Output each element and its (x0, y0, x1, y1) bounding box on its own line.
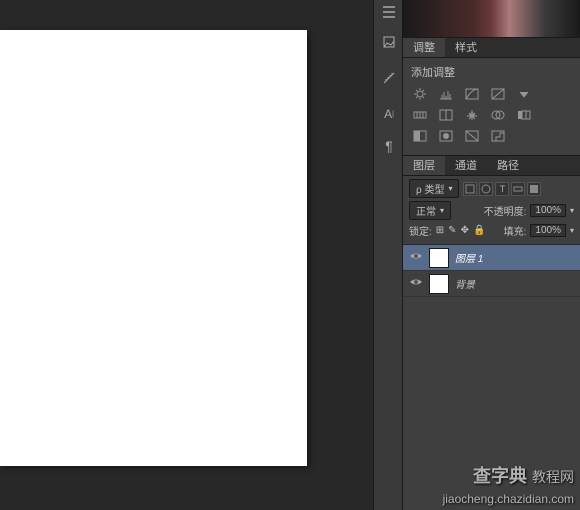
tab-styles[interactable]: 样式 (445, 38, 487, 57)
bw-icon[interactable] (489, 107, 507, 123)
tab-adjustments[interactable]: 调整 (403, 38, 445, 57)
menu-icon[interactable] (374, 0, 404, 24)
blend-mode-dropdown[interactable]: 正常 (409, 201, 451, 220)
filter-adjust-icon[interactable] (479, 182, 493, 196)
layer-item[interactable]: 图层 1 (403, 245, 580, 271)
hand-tool-icon[interactable] (374, 30, 404, 54)
paragraph-tool-icon[interactable]: ¶ (374, 134, 404, 158)
visibility-eye-icon[interactable] (409, 277, 423, 291)
vertical-toolbar: A| ¶ (373, 0, 403, 510)
tab-layers[interactable]: 图层 (403, 156, 445, 175)
adjustments-title: 添加调整 (411, 64, 572, 80)
ruler-tool-icon[interactable] (374, 66, 404, 90)
exposure-icon[interactable] (489, 86, 507, 102)
layer-item[interactable]: 背景 (403, 271, 580, 297)
tab-channels[interactable]: 通道 (445, 156, 487, 175)
lock-paint-icon[interactable]: ✎ (448, 225, 456, 236)
lock-all-icon[interactable]: 🔒 (473, 225, 485, 236)
layer-list: 图层 1 背景 (403, 245, 580, 510)
layer-name: 图层 1 (455, 250, 483, 265)
layer-thumbnail[interactable] (429, 274, 449, 294)
filter-pixel-icon[interactable] (463, 182, 477, 196)
opacity-label: 不透明度: (484, 203, 527, 218)
invert-icon[interactable] (411, 128, 429, 144)
hue-icon[interactable] (437, 107, 455, 123)
opacity-value[interactable]: 100% (530, 204, 566, 217)
lock-pos-icon[interactable]: ✥ (461, 225, 469, 236)
layers-controls: ρ 类型 T 正常 不透明度: 100% ▾ 锁定: ⊞ ✎ ✥ (403, 176, 580, 245)
type-tool-icon[interactable]: A| (374, 102, 404, 126)
gradient-map-icon[interactable] (489, 128, 507, 144)
right-panels: 调整 样式 添加调整 图层 通道 路径 (403, 0, 580, 510)
layers-panel: 图层 通道 路径 ρ 类型 T 正常 不透明度: 100% ▾ (403, 156, 580, 510)
color-balance-icon[interactable] (463, 107, 481, 123)
lock-label: 锁定: (409, 223, 432, 238)
adjustments-panel: 添加调整 (403, 58, 580, 156)
lock-trans-icon[interactable]: ⊞ (436, 225, 444, 236)
curves-icon[interactable] (463, 86, 481, 102)
brightness-icon[interactable] (411, 86, 429, 102)
layer-kind-dropdown[interactable]: ρ 类型 (409, 179, 459, 198)
photo-filter-icon[interactable] (515, 107, 533, 123)
posterize-icon[interactable] (437, 128, 455, 144)
filter-shape-icon[interactable] (511, 182, 525, 196)
tab-paths[interactable]: 路径 (487, 156, 529, 175)
threshold-icon[interactable] (463, 128, 481, 144)
layer-name: 背景 (455, 276, 475, 291)
fill-label: 填充: (504, 223, 527, 238)
document-canvas[interactable] (0, 30, 307, 466)
color-swatch-preview[interactable] (403, 0, 580, 38)
canvas-viewport (0, 0, 373, 510)
fill-value[interactable]: 100% (530, 224, 566, 237)
filter-type-icon[interactable]: T (495, 182, 509, 196)
layers-tabs: 图层 通道 路径 (403, 156, 580, 176)
levels-icon[interactable] (437, 86, 455, 102)
filter-smart-icon[interactable] (527, 182, 541, 196)
dropdown-icon[interactable] (515, 86, 533, 102)
layer-thumbnail[interactable] (429, 248, 449, 268)
visibility-eye-icon[interactable] (409, 251, 423, 265)
adjustments-tabs: 调整 样式 (403, 38, 580, 58)
vibrance-icon[interactable] (411, 107, 429, 123)
